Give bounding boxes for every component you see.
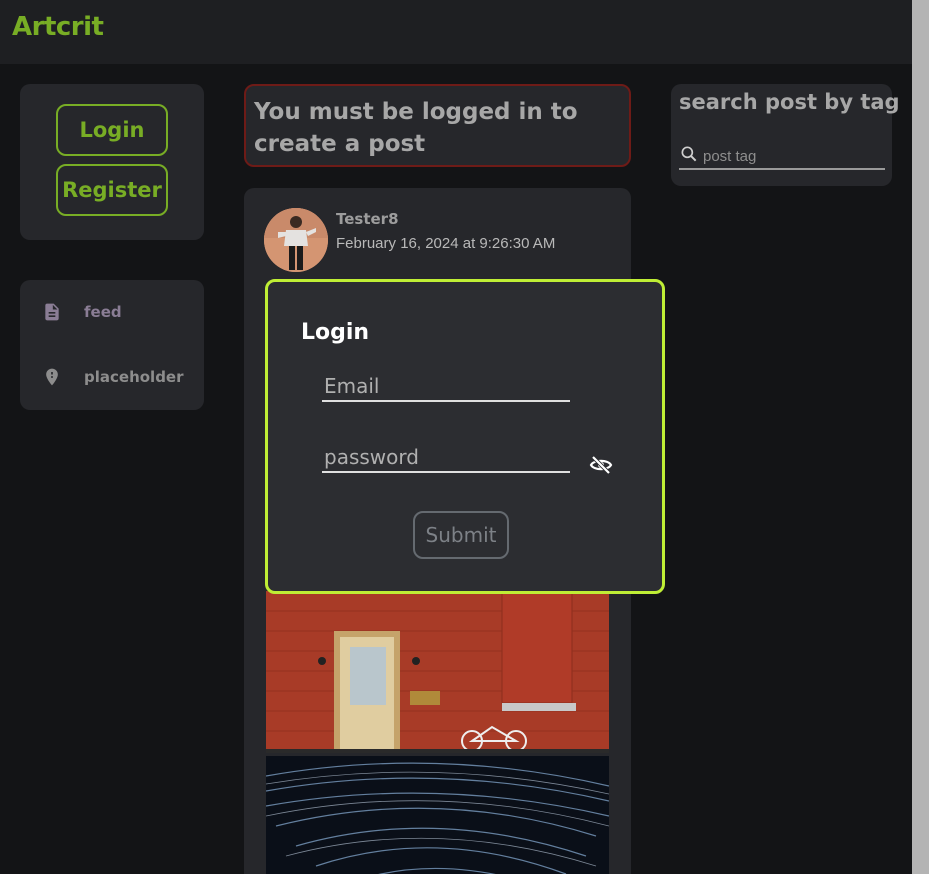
sidebar-item-label: feed: [84, 303, 122, 321]
sidebar-item-placeholder[interactable]: placeholder: [40, 364, 184, 390]
email-field[interactable]: [322, 368, 570, 402]
login-button[interactable]: Login: [56, 104, 168, 156]
login-modal: Login Submit: [265, 279, 665, 594]
tag-search-field[interactable]: [679, 144, 885, 170]
app-header: Artcrit: [0, 0, 912, 64]
password-input[interactable]: [324, 445, 564, 469]
post-username[interactable]: Tester8: [336, 210, 399, 228]
avatar[interactable]: [264, 208, 328, 272]
login-required-notice: You must be logged in to create a post: [244, 84, 631, 167]
sidebar-nav: feed placeholder: [20, 280, 204, 410]
location-pin-icon: [40, 365, 64, 389]
tag-search-panel: search post by tag: [671, 84, 900, 186]
tag-search-input[interactable]: [703, 147, 883, 165]
post-timestamp: February 16, 2024 at 9:26:30 AM: [336, 235, 556, 252]
email-input[interactable]: [324, 374, 564, 398]
register-button[interactable]: Register: [56, 164, 168, 216]
modal-title: Login: [301, 320, 370, 345]
password-field[interactable]: [322, 439, 570, 473]
search-title: search post by tag: [679, 90, 900, 114]
post-image-brick-wall[interactable]: [266, 591, 609, 753]
document-icon: [40, 300, 64, 324]
auth-panel: Login Register: [20, 84, 204, 240]
sidebar-item-feed[interactable]: feed: [40, 299, 122, 325]
post-image-star-trails[interactable]: [266, 756, 609, 874]
scrollbar-thumb[interactable]: [912, 0, 929, 874]
submit-button[interactable]: Submit: [413, 511, 509, 559]
search-icon: [679, 144, 699, 169]
eye-off-icon[interactable]: [588, 452, 614, 478]
sidebar-item-label: placeholder: [84, 368, 184, 386]
app-logo[interactable]: Artcrit: [12, 12, 104, 42]
